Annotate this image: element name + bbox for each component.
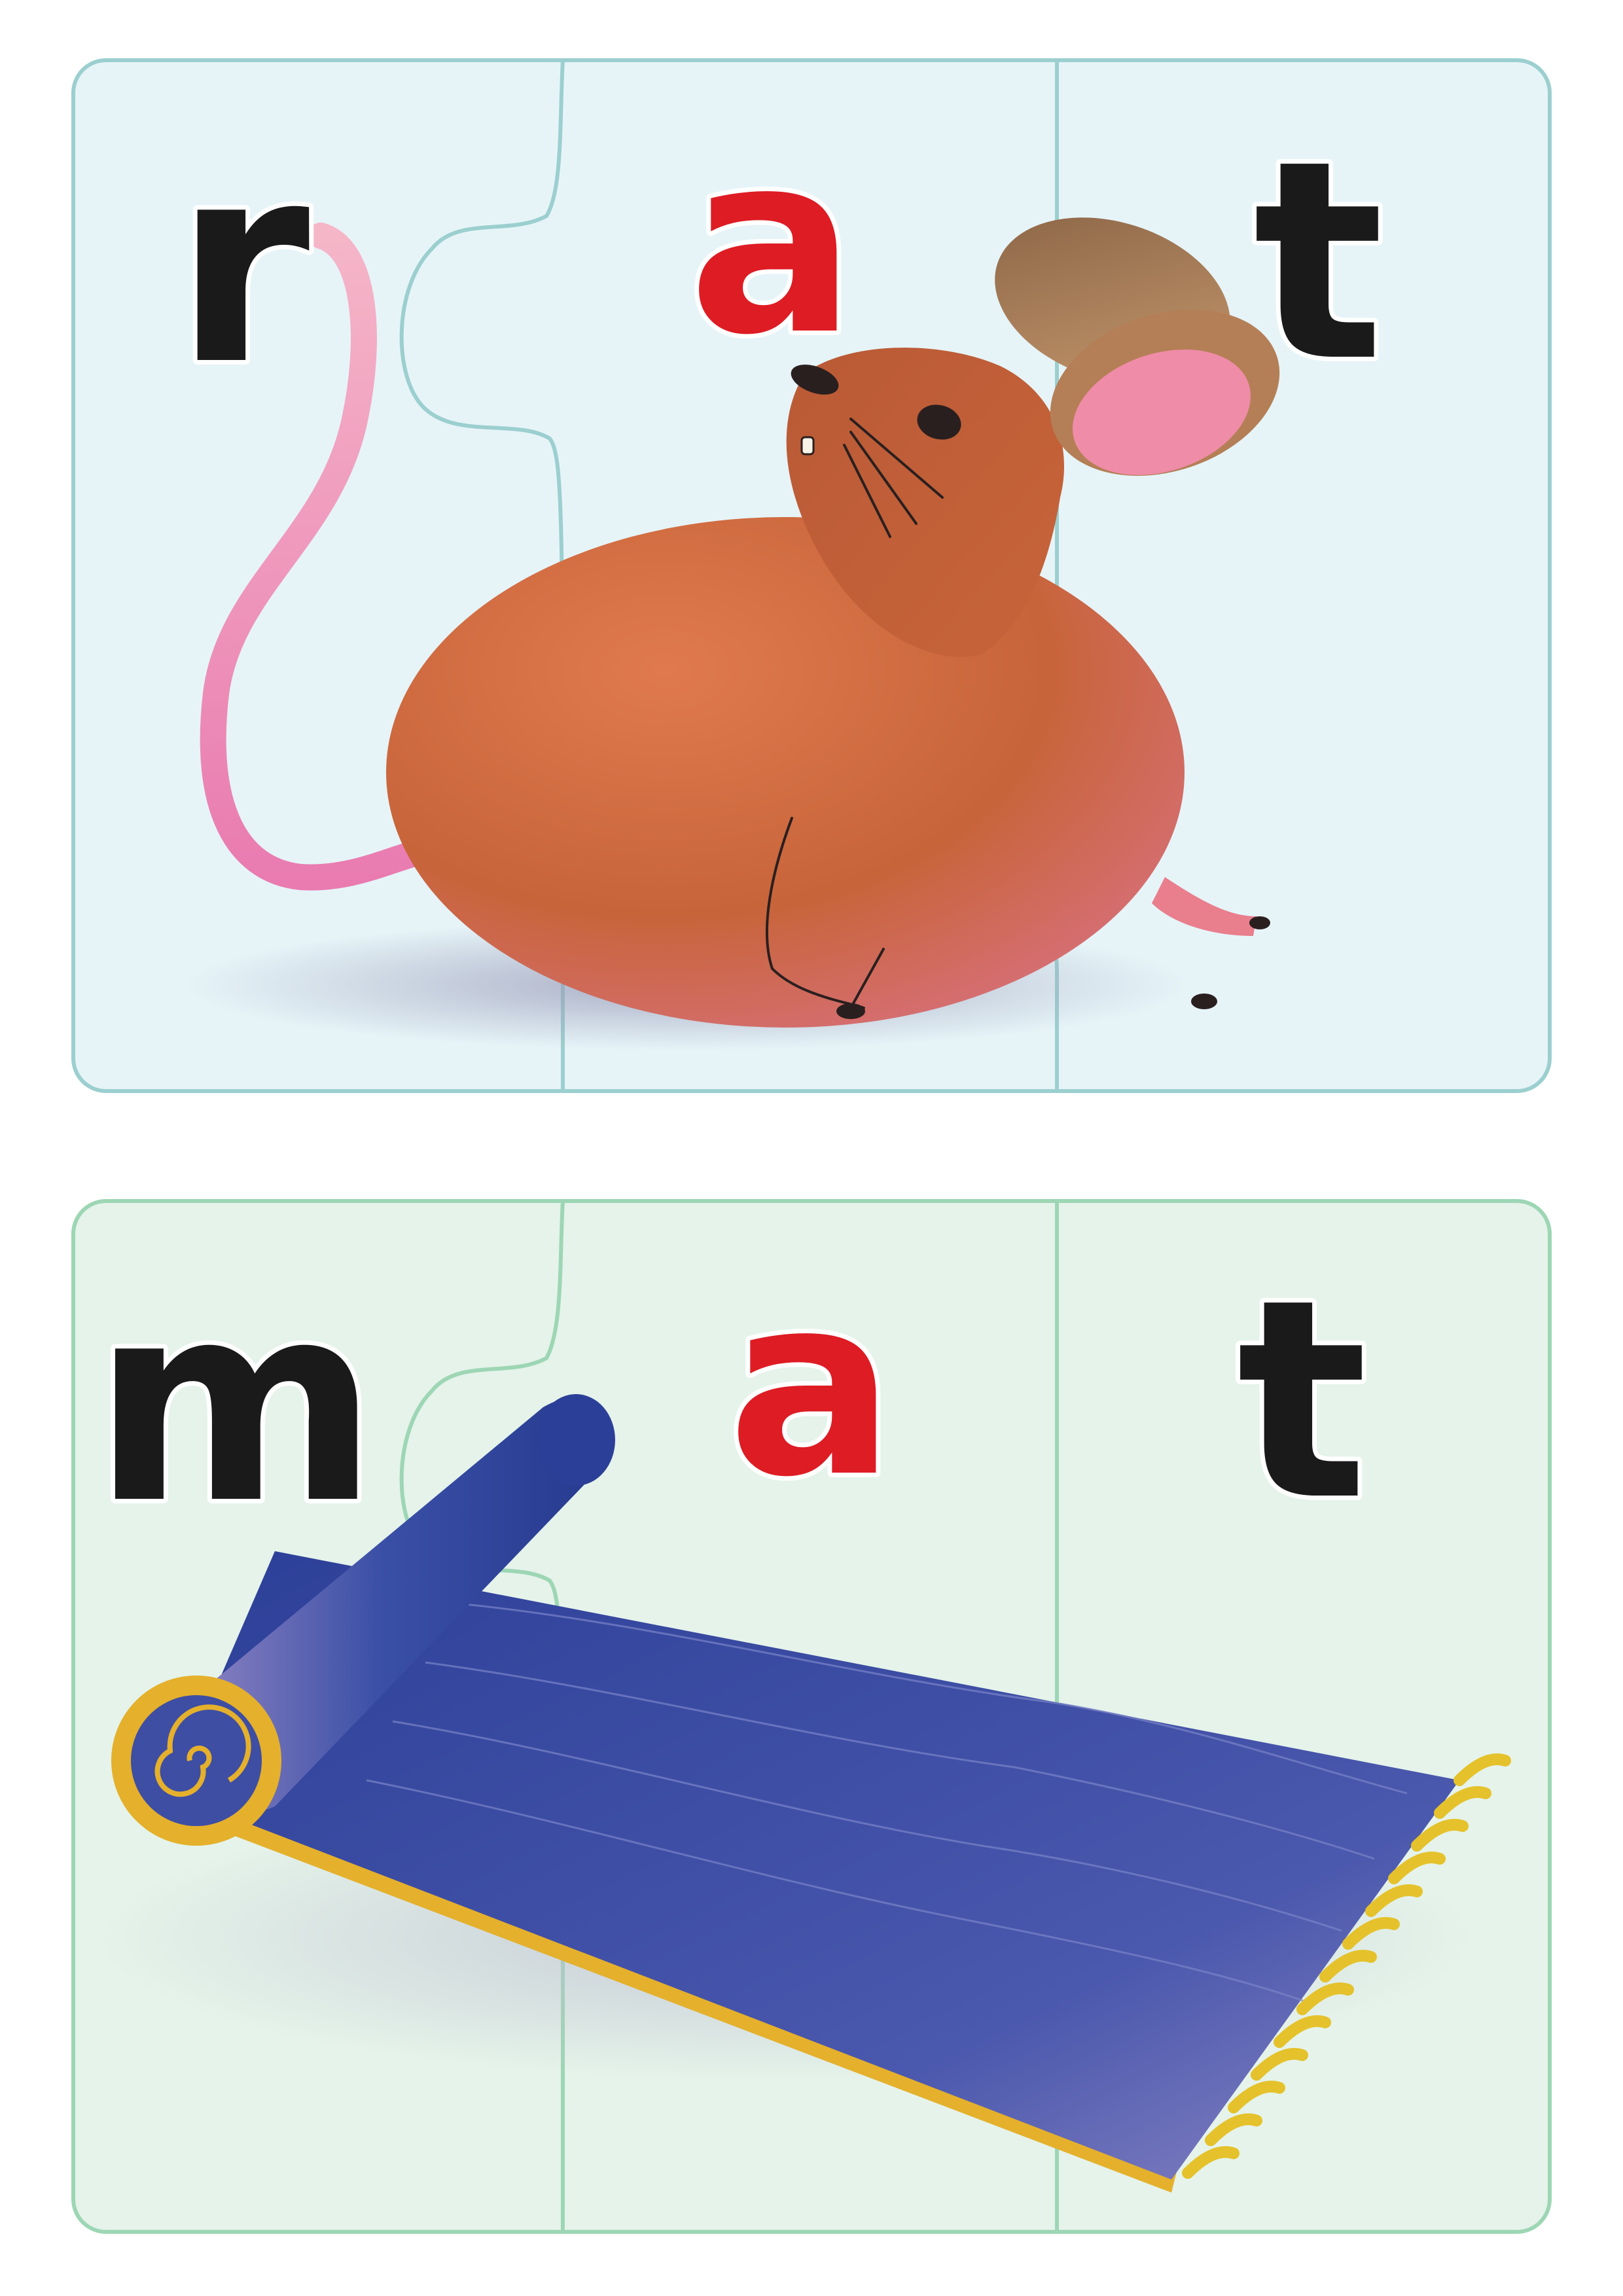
rat-letter-1: r (174, 105, 312, 425)
puzzle-rat: r a t (71, 58, 1552, 1093)
mat-letter-2: a (728, 1242, 895, 1532)
mat-roll-spiral-inner (131, 1695, 262, 1826)
puzzle-sheet: r a t m a t (71, 58, 1552, 2234)
rat-letter-3: t (1253, 102, 1385, 422)
rat-back-paw-2 (1249, 916, 1270, 929)
puzzle-mat: m a t (71, 1199, 1552, 2234)
mat-roll-end (537, 1394, 615, 1486)
rat-tooth (800, 436, 815, 456)
mat-letter-1: m (92, 1244, 379, 1564)
rat-body (386, 517, 1185, 1028)
rat-letter-2: a (688, 99, 856, 389)
rat-back-paw (1191, 994, 1217, 1009)
rat-front-paw (836, 1003, 865, 1019)
mat-letter-3: t (1237, 1241, 1368, 1561)
